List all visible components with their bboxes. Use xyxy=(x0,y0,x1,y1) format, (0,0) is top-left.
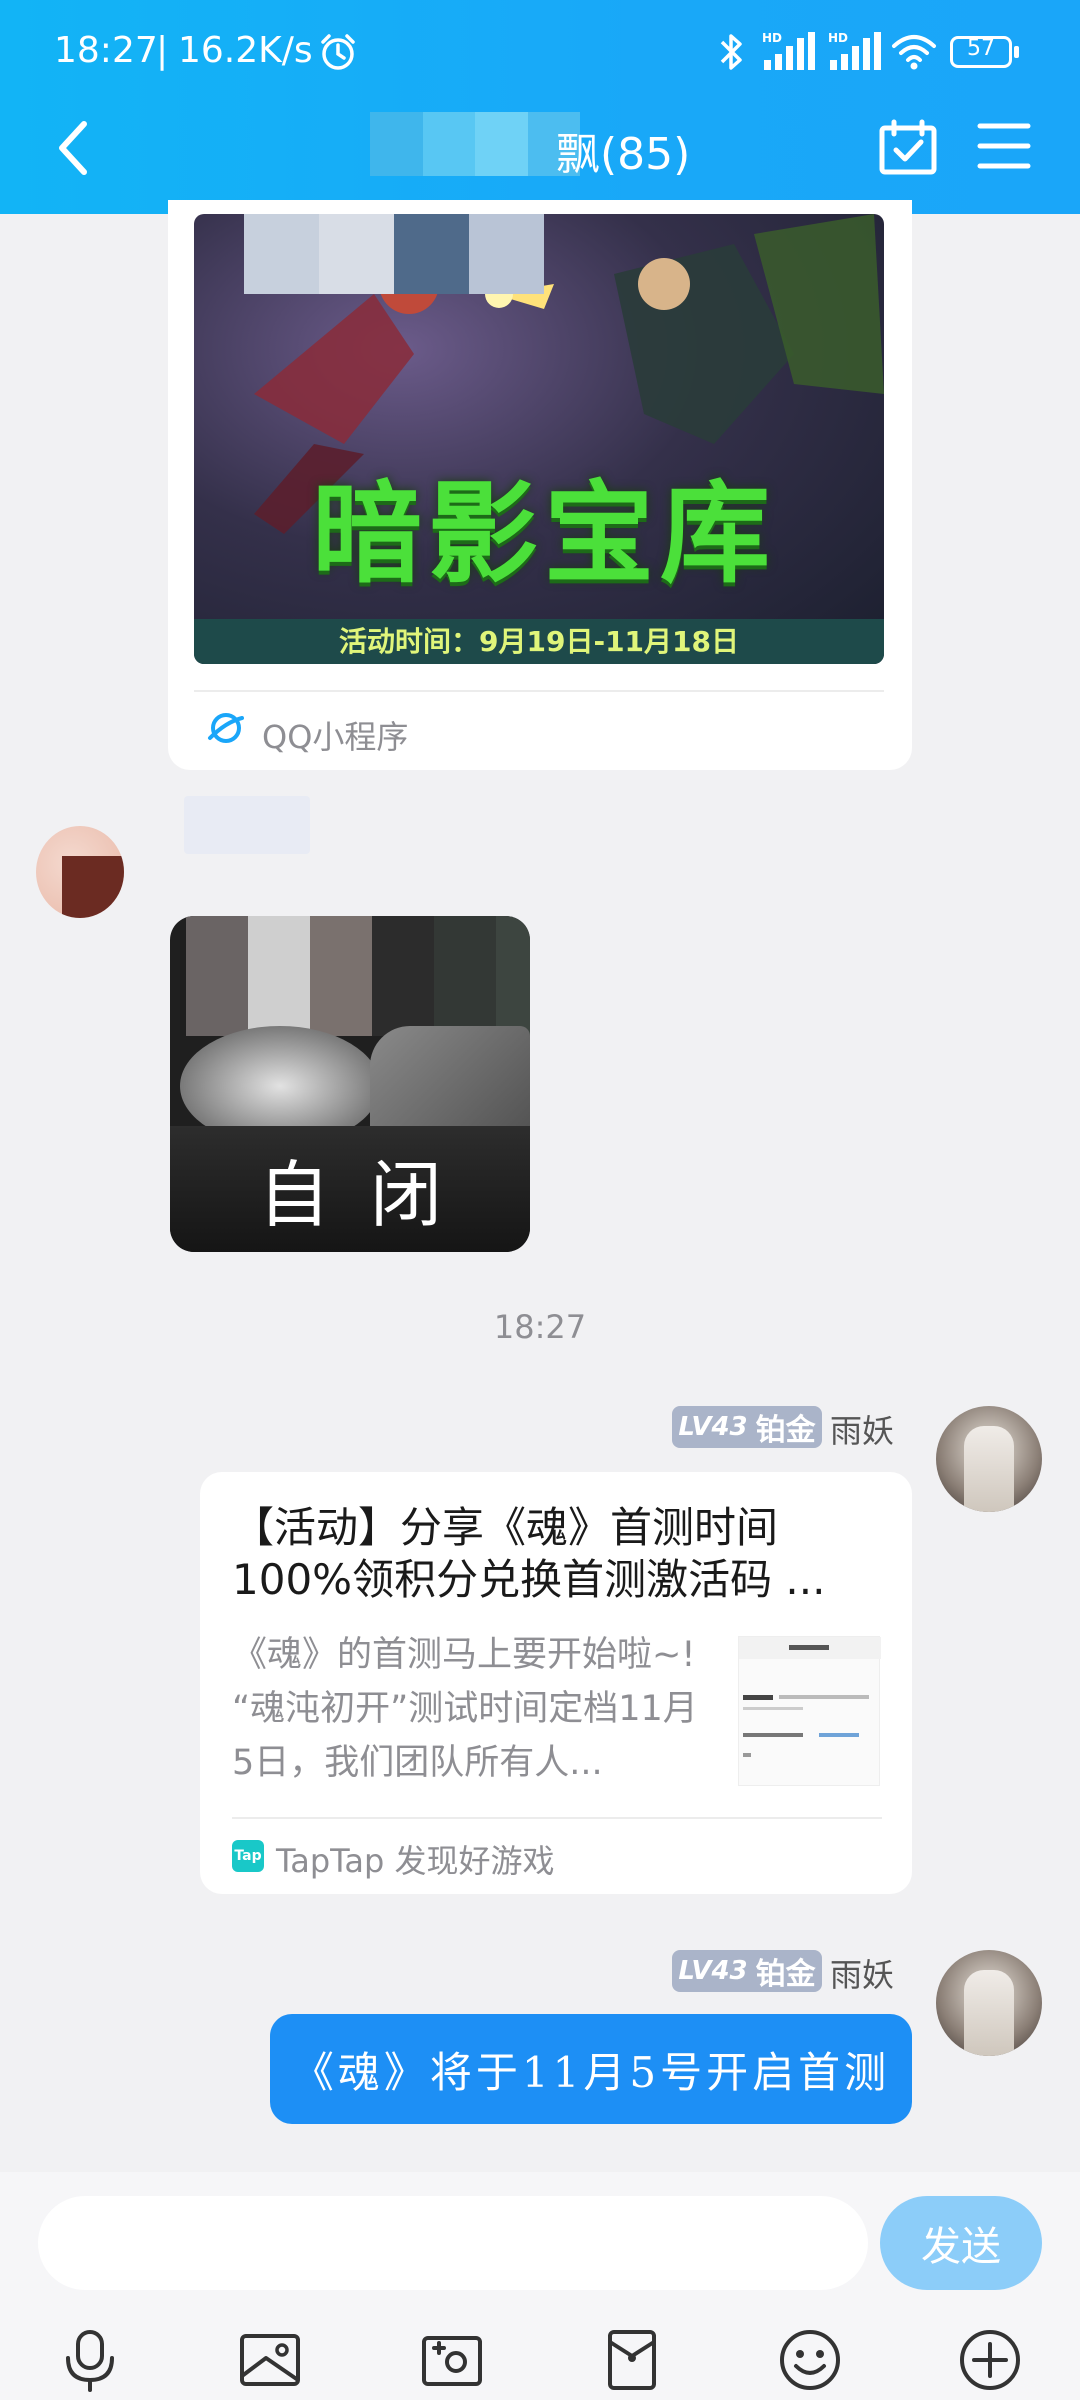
taptap-link-card[interactable]: 【活动】分享《魂》首测时间100%领积分兑换首测激活码 ... 《魂》的首测马上… xyxy=(200,1472,912,1894)
level-text: LV43 xyxy=(678,1412,748,1442)
chat-title: 飘(85) xyxy=(556,129,691,180)
input-bar: 发送 xyxy=(0,2172,1080,2400)
emoji-icon[interactable] xyxy=(778,2328,842,2392)
link-description: 《魂》的首测马上要开始啦~! “魂沌初开”测试时间定档11月5日，我们团队所有人… xyxy=(232,1635,698,1783)
sticker-caption: 自闭 xyxy=(257,1153,482,1237)
qq-mini-program-icon xyxy=(208,713,244,743)
link-title: 【活动】分享《魂》首测时间100%领积分兑换首测激活码 ... xyxy=(232,1503,826,1604)
banner-event-time: 活动时间：9月19日-11月18日 xyxy=(194,619,884,664)
sender-avatar-yuyao[interactable] xyxy=(936,1406,1042,1512)
status-time: 18:27 xyxy=(54,30,158,71)
mini-program-source: QQ小程序 xyxy=(262,718,409,756)
battery-level: 57 xyxy=(967,36,995,61)
svg-text:HD: HD xyxy=(762,31,782,45)
rank-text-2: 铂金 xyxy=(755,1957,816,1992)
header-bar: 18:27 | 16.2K/s HD HD 57 飘(85) xyxy=(0,0,1080,214)
sender-name-mosaic xyxy=(184,796,310,854)
calendar-check-icon[interactable] xyxy=(878,118,938,178)
rank-text: 铂金 xyxy=(755,1413,816,1448)
back-arrow-icon[interactable] xyxy=(54,118,94,178)
send-button[interactable]: 发送 xyxy=(880,2196,1042,2290)
battery-icon: 57 xyxy=(950,36,1012,68)
alarm-icon xyxy=(321,34,355,70)
wifi-icon xyxy=(892,35,936,70)
link-thumbnail xyxy=(738,1636,881,1786)
sender-avatar-yuyao-2[interactable] xyxy=(936,1950,1042,2056)
level-badge-2: LV43 铂金 xyxy=(672,1950,822,1992)
status-net-speed: 16.2K/s xyxy=(178,30,313,71)
message-timestamp: 18:27 xyxy=(493,1308,587,1346)
signal-hd-icon: HD xyxy=(762,31,815,70)
mini-program-divider xyxy=(194,690,884,692)
title-mosaic xyxy=(370,112,580,176)
link-divider xyxy=(232,1817,882,1819)
text-message-content: 《魂》将于11月5号开启首测 xyxy=(291,2047,891,2097)
camera-icon[interactable] xyxy=(420,2328,484,2392)
taptap-logo-icon: Tap xyxy=(232,1840,264,1872)
red-packet-icon[interactable] xyxy=(600,2328,664,2392)
status-separator: | xyxy=(156,30,169,71)
image-icon[interactable] xyxy=(238,2328,302,2392)
sender-avatar[interactable] xyxy=(36,826,124,918)
send-label: 发送 xyxy=(921,2224,1001,2270)
mini-program-banner[interactable]: 暗影宝库 活动时间：9月19日-11月18日 xyxy=(194,214,884,664)
menu-icon[interactable] xyxy=(976,118,1032,174)
banner-mosaic xyxy=(244,214,544,294)
signal-hd-icon-2: HD xyxy=(828,31,881,70)
svg-text:HD: HD xyxy=(828,31,848,45)
microphone-icon[interactable] xyxy=(58,2328,122,2392)
battery-tip xyxy=(1014,46,1019,58)
sender-name-2: 雨妖 xyxy=(830,1956,895,1994)
message-input[interactable] xyxy=(38,2196,868,2290)
banner-game-title: 暗影宝库 xyxy=(312,470,776,598)
level-text-2: LV43 xyxy=(678,1956,748,1986)
level-badge: LV43 铂金 xyxy=(672,1406,822,1448)
text-message-bubble[interactable]: 《魂》将于11月5号开启首测 xyxy=(270,2014,912,2124)
bluetooth-icon xyxy=(720,34,742,70)
sticker-image[interactable]: 自闭 xyxy=(170,916,530,1252)
plus-icon[interactable] xyxy=(958,2328,1022,2392)
sender-name: 雨妖 xyxy=(830,1412,895,1450)
link-source: TapTap 发现好游戏 xyxy=(276,1842,555,1880)
